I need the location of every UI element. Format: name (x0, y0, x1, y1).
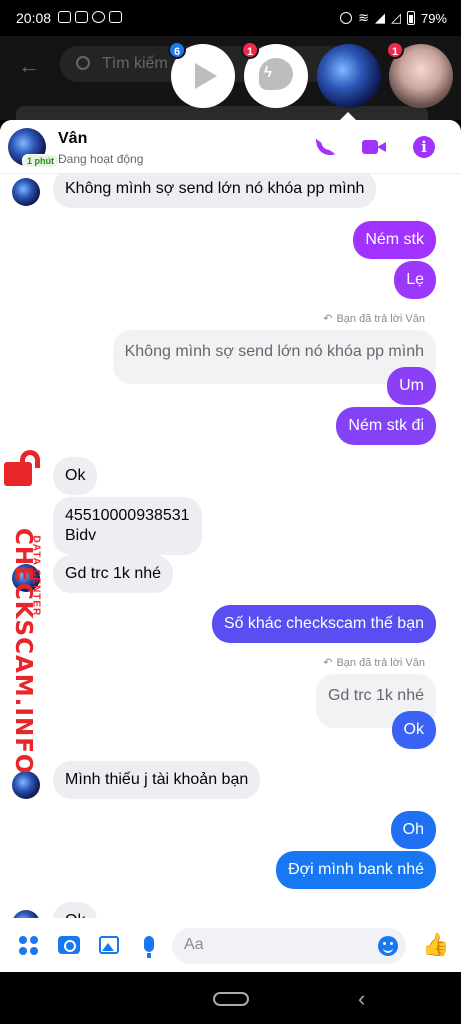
reply-note-text: Bạn đã trả lời Vân (336, 657, 425, 669)
message-incoming[interactable]: Không mình sợ send lớn nó khóa pp mình (53, 170, 377, 208)
background-panel (16, 106, 428, 120)
battery-percent: 79% (420, 10, 447, 26)
message-outgoing[interactable]: Ok (391, 711, 436, 749)
like-icon[interactable]: 👍 (422, 933, 449, 957)
more-actions-icon[interactable] (19, 936, 39, 956)
status-time: 20:08 (16, 10, 52, 26)
message-input[interactable] (184, 936, 364, 954)
status-bar: 20:08 ≋ ◢ ◿ 79% (0, 0, 461, 36)
video-call-icon[interactable] (362, 135, 386, 159)
alarm-icon (340, 12, 353, 24)
image-icon (109, 11, 122, 23)
unread-badge: 6 (168, 41, 186, 59)
search-icon (76, 56, 90, 70)
back-button[interactable]: ‹ (358, 986, 365, 1012)
gallery-icon[interactable] (99, 936, 119, 954)
sender-avatar[interactable] (12, 771, 40, 799)
composer: 👍 (0, 918, 461, 972)
chat-head-contact[interactable]: 1 (386, 41, 453, 108)
message-outgoing[interactable]: Số khác checkscam thế bạn (211, 605, 436, 643)
microphone-icon[interactable] (144, 936, 154, 958)
chat-head-messenger[interactable]: ϟ 1 (241, 41, 308, 108)
no-sim-icon: ◿ (390, 10, 401, 25)
back-arrow-icon[interactable]: ← (18, 53, 40, 79)
message-outgoing[interactable]: Ném stk đi (336, 407, 436, 445)
messenger-bolt-icon: ϟ (264, 64, 272, 81)
watermark-lock-icon (4, 450, 48, 486)
wifi-icon: ≋ (358, 10, 369, 25)
unread-badge: 1 (241, 41, 259, 59)
reply-arrow-icon: ↶ (323, 313, 333, 325)
youtube-icon (58, 11, 71, 23)
camera-icon[interactable] (58, 936, 80, 954)
quoted-message[interactable]: Không mình sợ send lớn nó khóa pp mình (112, 330, 436, 384)
system-icons: ≋ ◢ ◿ 79% (340, 10, 447, 26)
chat-head-video[interactable]: 6 (168, 41, 235, 108)
notification-icons (58, 11, 122, 23)
battery-icon (406, 11, 415, 25)
chat-window: 1 phút Vân Đang hoạt động i Không mình s… (0, 120, 461, 972)
message-outgoing[interactable]: Lẹ (394, 261, 436, 299)
search-placeholder: Tìm kiếm (102, 55, 168, 72)
contact-status: Đang hoạt động (58, 152, 144, 166)
unread-badge: 1 (386, 41, 404, 59)
message-input-wrapper[interactable] (172, 928, 406, 964)
emoji-icon[interactable] (378, 936, 398, 956)
message-outgoing[interactable]: Oh (390, 811, 436, 849)
chat-header: 1 phút Vân Đang hoạt động i (0, 120, 461, 174)
message-incoming[interactable]: Mình thiếu j tài khoản bạn (53, 761, 261, 799)
reply-arrow-icon: ↶ (323, 657, 333, 669)
system-nav-bar: ‹ (0, 972, 461, 1024)
reply-note: ↶ Bạn đã trả lời Vân (323, 656, 425, 669)
message-incoming[interactable]: Gd trc 1k nhé (53, 555, 174, 593)
info-icon[interactable]: i (412, 135, 436, 159)
account-number: 45510000938531 (65, 507, 190, 524)
play-icon (195, 63, 217, 89)
home-button[interactable] (213, 992, 249, 1006)
watermark-brand: CHECKSCAM.INFO (10, 528, 36, 775)
message-incoming[interactable]: Ok (53, 457, 98, 495)
reply-note-text: Bạn đã trả lời Vân (336, 313, 425, 325)
chat-head-active[interactable] (317, 44, 381, 108)
sender-avatar[interactable] (12, 178, 40, 206)
youtube-icon (75, 11, 88, 23)
message-outgoing[interactable]: Um (387, 367, 436, 405)
signal-icon: ◢ (374, 10, 385, 25)
contact-name[interactable]: Vân (58, 130, 87, 148)
message-outgoing[interactable]: Đợi mình bank nhé (276, 851, 436, 889)
phone-icon[interactable] (314, 135, 338, 159)
messenger-icon (92, 11, 105, 23)
last-active-badge: 1 phút (22, 154, 59, 168)
message-outgoing[interactable]: Ném stk (353, 221, 436, 259)
message-incoming[interactable]: 45510000938531 Bidv (53, 497, 202, 555)
bank-name: Bidv (65, 527, 97, 544)
reply-note: ↶ Bạn đã trả lời Vân (323, 312, 425, 325)
